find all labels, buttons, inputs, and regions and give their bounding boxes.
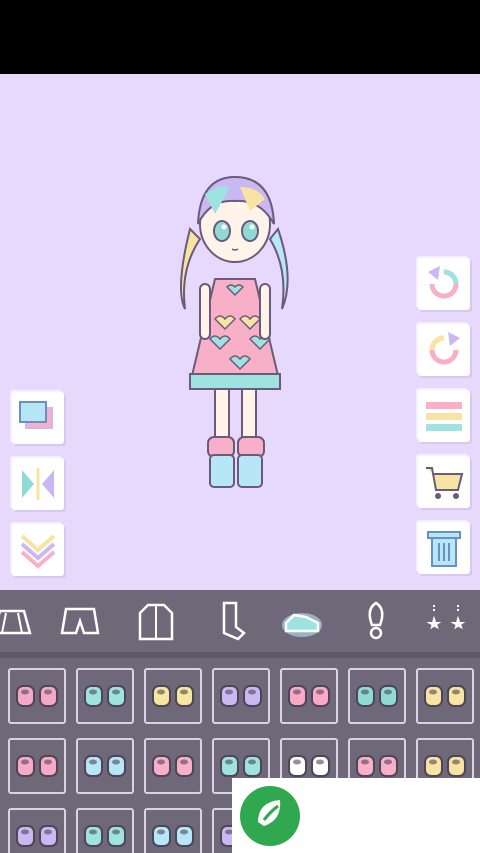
jacket-icon [138,603,174,641]
shoe-item[interactable] [8,668,66,724]
shoe-pair-icon [288,685,330,707]
menu-icon [426,402,462,431]
tab-jacket[interactable] [132,598,180,644]
dress-up-stage [0,74,480,590]
shop-cart-icon [426,467,464,499]
shoe-item[interactable] [212,668,270,724]
shoe-item[interactable] [144,808,202,853]
accessory-icon [368,601,384,640]
skirt-icon [0,609,32,635]
flip-button[interactable] [12,458,64,510]
tab-skirt[interactable] [0,598,36,644]
undo-icon [428,266,459,299]
menu-button[interactable] [418,390,470,442]
hair-clip-icon [426,605,466,630]
collapse-icon [20,534,56,569]
shoe-item[interactable] [8,808,66,853]
shoe-pair-icon [16,755,58,777]
shoe-pair-icon [84,685,126,707]
shoe-item[interactable] [348,668,406,724]
shoe-pair-icon [152,755,194,777]
background-button[interactable] [12,392,64,444]
delete-button[interactable] [418,522,470,574]
shorts-icon [60,607,100,635]
tab-hair-clip[interactable] [422,598,470,644]
collapse-button[interactable] [12,524,64,576]
shoe-item[interactable] [76,808,134,853]
shoe-pair-icon [16,685,58,707]
shoe-item[interactable] [76,668,134,724]
tab-shorts[interactable] [56,598,104,644]
shoe-pair-icon [152,825,194,847]
category-bar [0,590,480,652]
tab-socks[interactable] [206,598,254,644]
shoe-pair-icon [84,755,126,777]
redo-icon [429,332,460,365]
ad-banner[interactable] [232,778,480,853]
background-icon [19,401,53,429]
tab-shoes[interactable] [278,598,326,644]
brand-logo-icon [240,786,300,846]
shoe-item[interactable] [280,668,338,724]
shoe-item[interactable] [416,668,474,724]
shoe-pair-icon [16,825,58,847]
tab-accessory[interactable] [352,598,400,644]
flip-icon [22,468,54,500]
shoe-pair-icon [84,825,126,847]
shoe-item[interactable] [76,738,134,794]
undo-button[interactable] [418,258,470,310]
trash-icon [427,531,461,567]
shoe-pair-icon [356,685,398,707]
shoe-item[interactable] [144,738,202,794]
shoe-pair-icon [424,685,466,707]
shop-button[interactable] [418,456,470,508]
shoe-pair-icon [152,685,194,707]
socks-icon [222,601,246,641]
character-doll[interactable] [170,169,300,499]
redo-button[interactable] [418,324,470,376]
shoes-icon [282,613,322,637]
shoe-pair-icon [220,685,262,707]
shoe-item[interactable] [8,738,66,794]
status-bar [0,0,480,74]
shoe-item[interactable] [144,668,202,724]
